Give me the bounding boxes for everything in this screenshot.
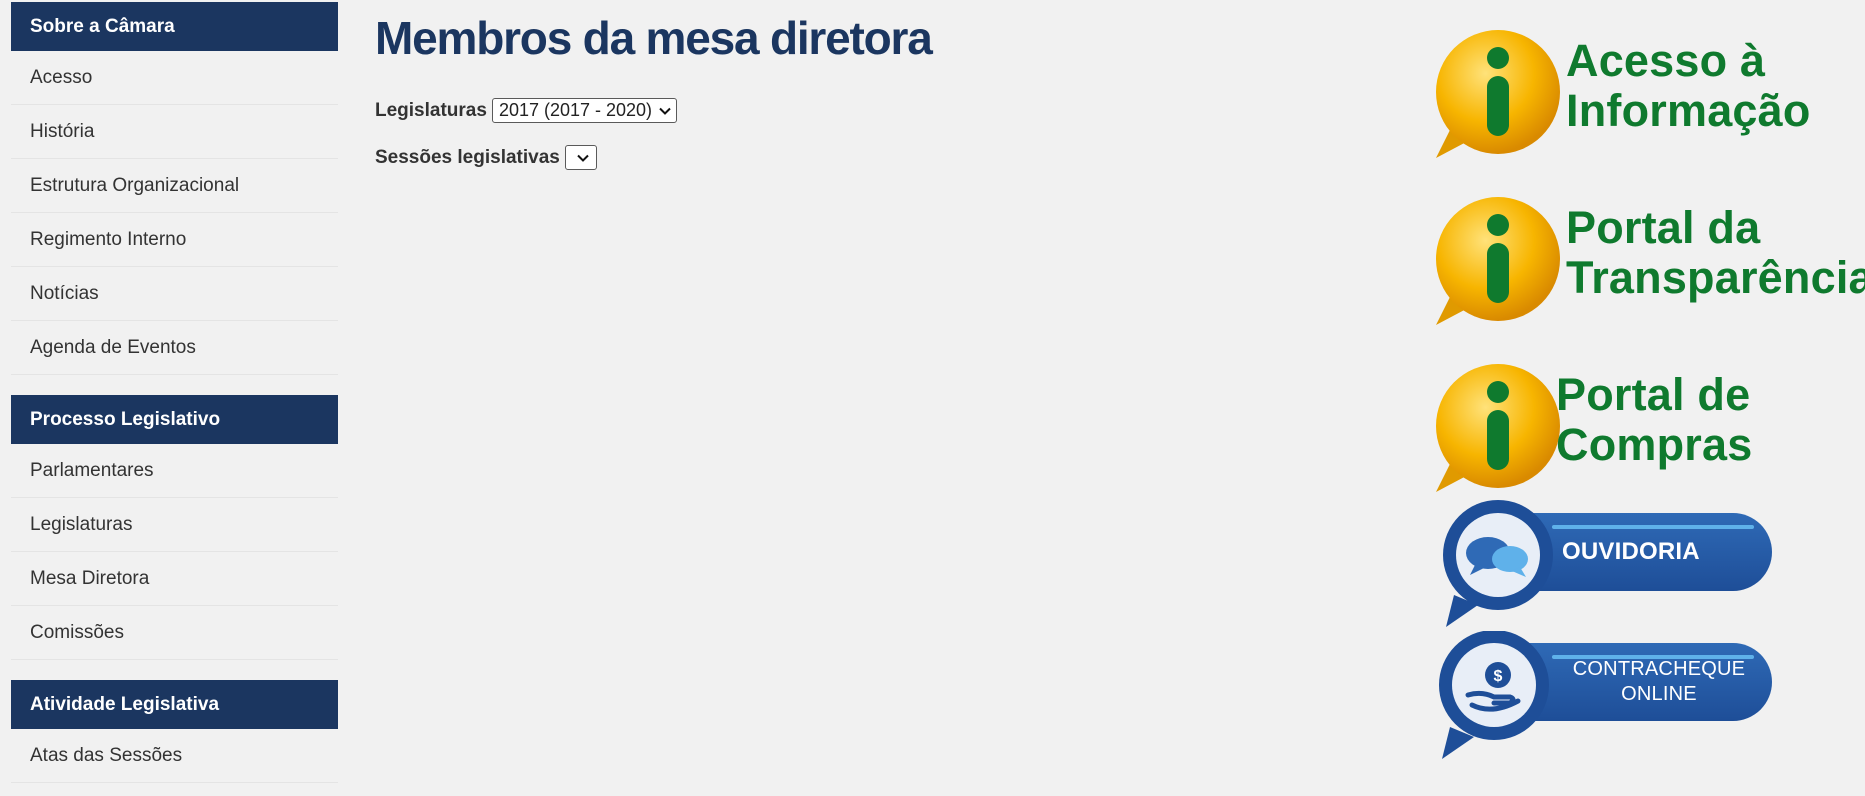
page-title: Membros da mesa diretora — [375, 12, 933, 64]
sidebar-item-parlamentares[interactable]: Parlamentares — [11, 444, 338, 498]
portal-transparencia-banner[interactable]: Portal da Transparência — [1432, 197, 1865, 332]
sidebar-section-sobre: Sobre a Câmara Acesso História Estrutura… — [11, 2, 338, 375]
page: Sobre a Câmara Acesso História Estrutura… — [0, 0, 1865, 796]
ouvidoria-banner[interactable]: OUVIDORIA — [1432, 499, 1865, 631]
legislaturas-select[interactable]: 2017 (2017 - 2020) — [491, 98, 678, 123]
sidebar-item-noticias[interactable]: Notícias — [11, 267, 338, 321]
contracheque-line1: CONTRACHEQUE — [1572, 658, 1746, 680]
banner-column: Acesso à Informação Portal da Transparên… — [1432, 30, 1865, 763]
sidebar-item-legislaturas[interactable]: Legislaturas — [11, 498, 338, 552]
portal-compras-banner[interactable]: Portal de Compras — [1432, 364, 1865, 499]
sidebar-item-atas[interactable]: Atas das Sessões — [11, 729, 338, 783]
contracheque-banner[interactable]: CONTRACHEQUE ONLINE $ — [1432, 631, 1865, 763]
acesso-line2: Informação — [1566, 85, 1811, 136]
sidebar-item-regimento[interactable]: Regimento Interno — [11, 213, 338, 267]
legislaturas-selected-value: 2017 (2017 - 2020) — [498, 100, 653, 120]
info-icon — [1436, 364, 1560, 492]
acesso-informacao-text: Acesso à Informação — [1566, 36, 1811, 136]
sidebar-section-processo: Processo Legislativo Parlamentares Legis… — [11, 395, 338, 660]
money-hand-icon: $ — [1439, 631, 1549, 759]
contracheque-line2: ONLINE — [1621, 683, 1697, 705]
sessoes-select[interactable] — [564, 145, 597, 170]
sidebar-item-acesso[interactable]: Acesso — [11, 51, 338, 105]
legislaturas-label: Legislaturas — [375, 99, 487, 121]
sessoes-label: Sessões legislativas — [375, 146, 560, 168]
acesso-informacao-banner[interactable]: Acesso à Informação — [1432, 30, 1865, 165]
sidebar-header-atividade: Atividade Legislativa — [11, 680, 338, 729]
sidebar-item-historia[interactable]: História — [11, 105, 338, 159]
sidebar-header-processo: Processo Legislativo — [11, 395, 338, 444]
transparencia-line1: Portal da — [1566, 202, 1761, 253]
portal-compras-text: Portal de Compras — [1556, 370, 1752, 470]
contracheque-label: CONTRACHEQUE ONLINE — [1544, 643, 1772, 721]
chat-bubbles-icon — [1443, 500, 1553, 627]
ouvidoria-label: OUVIDORIA — [1562, 538, 1700, 565]
portal-transparencia-text: Portal da Transparência — [1566, 203, 1865, 303]
sidebar-item-agenda[interactable]: Agenda de Eventos — [11, 321, 338, 375]
sidebar-item-estrutura[interactable]: Estrutura Organizacional — [11, 159, 338, 213]
sessoes-filter: Sessões legislativas — [375, 145, 932, 170]
compras-line2: Compras — [1556, 419, 1753, 470]
chevron-down-icon — [659, 107, 671, 115]
svg-text:$: $ — [1494, 668, 1503, 685]
sidebar: Sobre a Câmara Acesso História Estrutura… — [11, 2, 338, 796]
chevron-down-icon — [577, 154, 589, 162]
sidebar-item-comissoes[interactable]: Comissões — [11, 606, 338, 660]
info-icon — [1436, 30, 1560, 158]
legislaturas-filter: Legislaturas 2017 (2017 - 2020) — [375, 98, 932, 123]
acesso-line1: Acesso à — [1566, 35, 1766, 86]
sidebar-section-atividade: Atividade Legislativa Atas das Sessões — [11, 680, 338, 783]
main-content: Membros da mesa diretora Legislaturas 20… — [375, 0, 933, 170]
info-icon — [1436, 197, 1560, 325]
compras-line1: Portal de — [1556, 369, 1751, 420]
sidebar-item-mesa-diretora[interactable]: Mesa Diretora — [11, 552, 338, 606]
transparencia-line2: Transparência — [1566, 252, 1865, 303]
sidebar-header-sobre: Sobre a Câmara — [11, 2, 338, 51]
